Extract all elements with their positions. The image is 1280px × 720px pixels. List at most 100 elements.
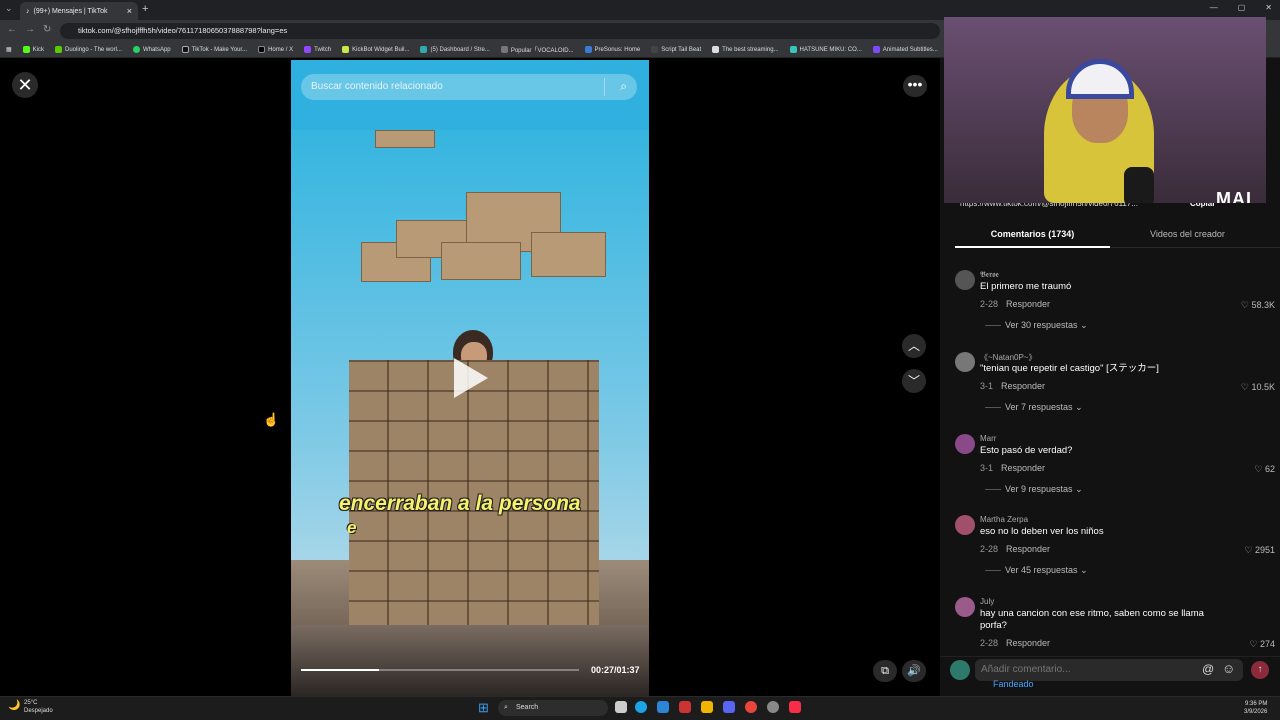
tab-creator-videos[interactable]: Videos del creador (1115, 226, 1260, 239)
heart-icon: ♡ (1240, 300, 1252, 310)
fandeado-label: Fandeado (993, 679, 1034, 689)
view-replies-button[interactable]: Ver 9 respuestas ⌄ (985, 484, 1083, 495)
next-video-button[interactable]: ﹀ (902, 369, 926, 393)
bookmark-item[interactable]: TikTok - Make Your... (181, 46, 247, 53)
bookmark-item[interactable]: Home / X (258, 46, 293, 53)
reply-button[interactable]: Responder (1001, 381, 1045, 391)
reply-button[interactable]: Responder (1006, 638, 1050, 648)
like-count[interactable]: ♡ 274 (1249, 639, 1275, 650)
previous-video-button[interactable]: ︿ (902, 334, 926, 358)
clock[interactable]: 9:36 PM 3/9/2026 (1244, 700, 1267, 716)
view-replies-button[interactable]: Ver 7 respuestas ⌄ (985, 402, 1083, 413)
video-progress-bar[interactable] (301, 669, 579, 671)
like-count[interactable]: ♡ 2951 (1244, 545, 1275, 556)
app-icon[interactable] (679, 701, 691, 713)
avatar[interactable] (955, 597, 975, 617)
comment-meta: 2-28 Responder (980, 638, 1050, 648)
taskbar-search[interactable]: ⌕ Search (498, 700, 608, 716)
discord-icon[interactable] (723, 701, 735, 713)
weather-widget[interactable]: 25°C Despejado (24, 699, 53, 715)
reply-button[interactable]: Responder (1001, 463, 1045, 473)
like-count[interactable]: ♡ 58.3K (1241, 300, 1275, 311)
tab-comments[interactable]: Comentarios (1734) (955, 226, 1110, 248)
view-replies-label: Ver 7 respuestas (1005, 402, 1073, 412)
view-replies-label: Ver 9 respuestas (1005, 484, 1073, 494)
like-count[interactable]: ♡ 62 (1254, 464, 1275, 475)
tab-title: (99+) Mensajes | TikTok (33, 7, 108, 15)
comment-user[interactable]: 《~Natan0P~》 (980, 352, 1036, 363)
bookmark-item[interactable]: The best streaming... (712, 46, 779, 53)
close-viewer-button[interactable]: ✕ (12, 72, 38, 98)
bookmark-item[interactable]: HATSUNE MIKU: CO... (789, 46, 862, 53)
weather-temp: 25°C (24, 700, 38, 706)
back-icon[interactable]: ← (7, 24, 17, 35)
view-replies-label: Ver 45 respuestas (1005, 565, 1078, 575)
music-icon[interactable] (789, 701, 801, 713)
bookmark-item[interactable]: (5) Dashboard / Stre... (420, 46, 490, 53)
bookmark-item[interactable]: Kick (22, 46, 44, 53)
more-options-icon[interactable]: ••• (903, 75, 927, 97)
comment-user[interactable]: 𝕭𝖊𝖗𝖔𝖊 (980, 270, 999, 280)
weather-icon[interactable]: 🌙 (8, 700, 20, 711)
maximize-icon[interactable]: ▢ (1238, 3, 1246, 12)
bookmark-item[interactable]: WhatsApp (132, 46, 171, 53)
comment-date: 2-28 (980, 544, 999, 554)
minimize-icon[interactable]: — (1210, 3, 1218, 12)
avatar[interactable] (955, 352, 975, 372)
bookmark-item[interactable]: Popular「VOCALOID... (500, 45, 574, 54)
comment-user[interactable]: July (980, 597, 994, 606)
start-icon[interactable]: ⊞ (478, 700, 489, 716)
mention-icon[interactable]: @ (1202, 662, 1214, 676)
chrome-icon[interactable] (745, 701, 757, 713)
avatar[interactable] (955, 270, 975, 290)
heart-icon: ♡ (1249, 639, 1260, 649)
like-count[interactable]: ♡ 10.5K (1241, 382, 1275, 393)
settings-icon[interactable] (767, 701, 779, 713)
bookmark-item[interactable]: Animated Subtitles... (872, 46, 938, 53)
apps-icon[interactable]: ▦ (6, 46, 12, 53)
avatar[interactable] (955, 434, 975, 454)
bookmark-item[interactable]: PreSonus: Home (584, 46, 640, 53)
webcam-microphone (1124, 167, 1154, 203)
video-caption: encerraban a la persona (339, 492, 581, 515)
send-button[interactable]: ↑ (1251, 661, 1269, 679)
comment-text: El primero me traumó (980, 281, 1072, 292)
reload-icon[interactable]: ↻ (43, 24, 51, 35)
file-explorer-icon[interactable] (701, 701, 713, 713)
view-replies-button[interactable]: Ver 30 respuestas ⌄ (985, 320, 1088, 331)
avatar[interactable] (955, 515, 975, 535)
comment-meta: 2-28 Responder (980, 544, 1050, 554)
tab-search-icon[interactable]: ⌄ (5, 3, 13, 14)
window-controls: — ▢ ✕ (1210, 3, 1272, 12)
forward-icon[interactable]: → (25, 24, 35, 35)
bookmark-item[interactable]: KickBot Widget Buil... (342, 46, 409, 53)
related-search-input[interactable]: Buscar contenido relacionado (301, 74, 637, 100)
browser-tab[interactable]: ♪ (99+) Mensajes | TikTok × (20, 2, 138, 20)
new-tab-button[interactable]: + (142, 3, 148, 15)
comment-user[interactable]: Marr (980, 434, 996, 443)
reply-button[interactable]: Responder (1006, 299, 1050, 309)
video-time: 00:27/01:37 (591, 665, 640, 675)
volume-icon[interactable]: 🔊 (902, 660, 926, 682)
bookmark-item[interactable]: Script Tail Beat (651, 46, 701, 53)
close-window-icon[interactable]: ✕ (1265, 3, 1272, 12)
like-value: 2951 (1254, 545, 1275, 555)
search-icon[interactable]: ⌕ (620, 79, 627, 94)
comment-user[interactable]: Martha Zerpa (980, 515, 1028, 524)
reply-button[interactable]: Responder (1006, 544, 1050, 554)
edge-icon[interactable] (635, 701, 647, 713)
chevron-down-icon: ⌄ (1075, 484, 1083, 494)
play-icon[interactable] (454, 358, 488, 398)
url-field[interactable]: tiktok.com/@sfhojfffh5h/video/7611718065… (60, 23, 940, 39)
task-view-icon[interactable] (615, 701, 627, 713)
emoji-icon[interactable]: ☺ (1222, 661, 1235, 676)
comment-date: 2-28 (980, 299, 999, 309)
bookmark-item[interactable]: Twitch (304, 46, 331, 53)
view-replies-button[interactable]: Ver 45 respuestas ⌄ (985, 565, 1088, 576)
tab-close-icon[interactable]: × (127, 6, 132, 16)
video-caption-2: e (347, 518, 357, 537)
bookmark-item[interactable]: Duolingo - The worl... (55, 46, 122, 53)
pip-icon[interactable]: ⧉ (873, 660, 897, 682)
video-player[interactable]: Buscar contenido relacionado ⌕ encerraba… (291, 60, 649, 696)
store-icon[interactable] (657, 701, 669, 713)
